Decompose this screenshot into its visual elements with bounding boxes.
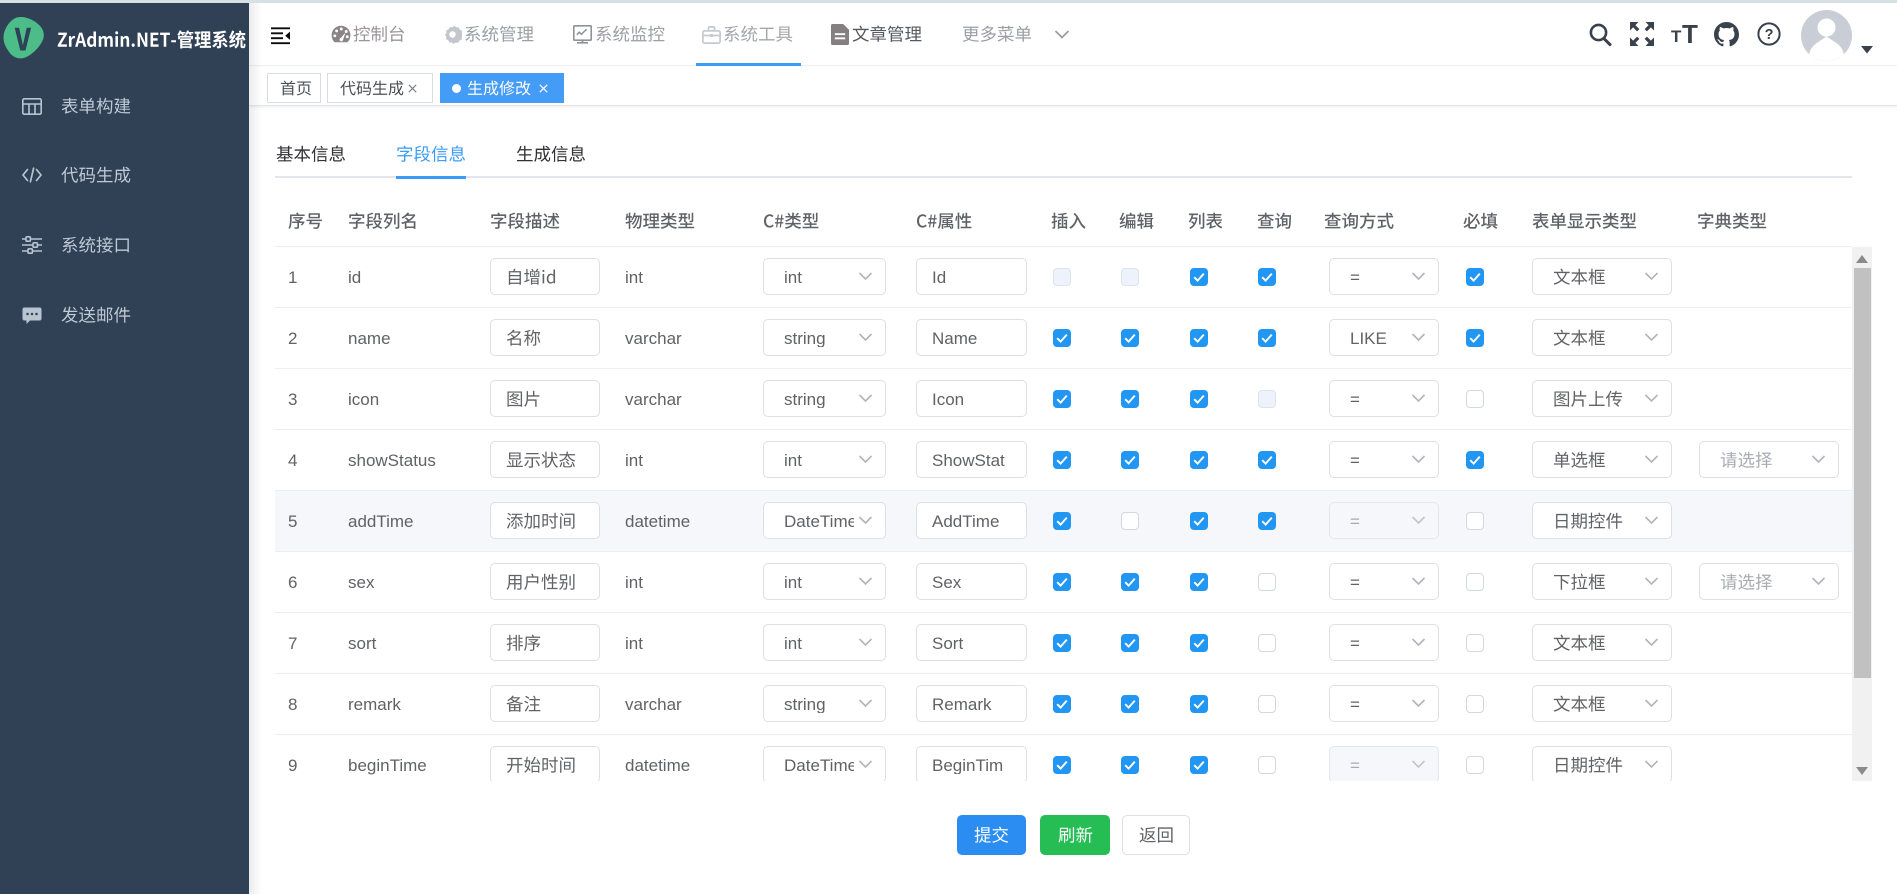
svg-text:?: ? [1765, 27, 1774, 43]
